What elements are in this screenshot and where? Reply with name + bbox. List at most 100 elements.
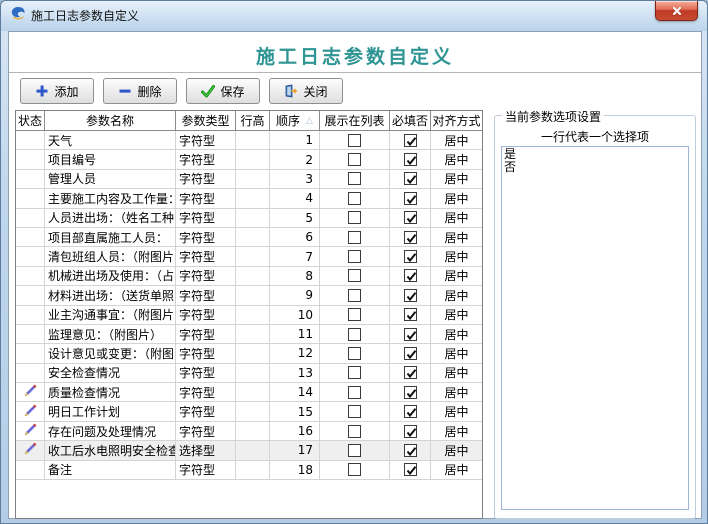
param-type-cell[interactable]: 字符型	[176, 402, 236, 421]
row-height-cell[interactable]	[236, 189, 270, 208]
align-cell[interactable]: 居中	[431, 286, 483, 305]
param-name-cell[interactable]: 收工后水电照明安全检查	[45, 441, 176, 460]
checkbox-unchecked[interactable]	[348, 134, 361, 147]
checkbox-unchecked[interactable]	[348, 425, 361, 438]
show-in-list-cell[interactable]	[320, 325, 390, 344]
required-cell[interactable]	[390, 131, 431, 150]
param-type-cell[interactable]: 字符型	[176, 364, 236, 383]
table-row[interactable]: 设计意见或变更：（附图字符型12居中	[16, 344, 482, 363]
align-cell[interactable]: 居中	[431, 383, 483, 402]
align-cell[interactable]: 居中	[431, 228, 483, 247]
show-in-list-cell[interactable]	[320, 267, 390, 286]
column-header-4[interactable]: 行高	[236, 111, 270, 131]
order-cell[interactable]: 7	[270, 247, 320, 266]
table-row[interactable]: 项目部直属施工人员：字符型6居中	[16, 228, 482, 247]
table-row[interactable]: 机械进出场及使用：（占字符型8居中	[16, 267, 482, 286]
align-cell[interactable]: 居中	[431, 364, 483, 383]
row-height-cell[interactable]	[236, 286, 270, 305]
param-name-cell[interactable]: 人员进出场：（姓名工种	[45, 209, 176, 228]
align-cell[interactable]: 居中	[431, 209, 483, 228]
checkbox-checked[interactable]	[404, 192, 417, 205]
param-type-cell[interactable]: 字符型	[176, 170, 236, 189]
checkbox-unchecked[interactable]	[348, 444, 361, 457]
checkbox-unchecked[interactable]	[348, 192, 361, 205]
required-cell[interactable]	[390, 189, 431, 208]
align-cell[interactable]: 居中	[431, 267, 483, 286]
align-cell[interactable]: 居中	[431, 344, 483, 363]
checkbox-unchecked[interactable]	[348, 250, 361, 263]
checkbox-checked[interactable]	[404, 289, 417, 302]
row-height-cell[interactable]	[236, 170, 270, 189]
column-header-3[interactable]: 参数类型	[176, 111, 236, 131]
required-cell[interactable]	[390, 383, 431, 402]
align-cell[interactable]: 居中	[431, 461, 483, 480]
param-name-cell[interactable]: 业主沟通事宜：（附图片	[45, 306, 176, 325]
row-height-cell[interactable]	[236, 364, 270, 383]
param-name-cell[interactable]: 管理人员	[45, 170, 176, 189]
order-cell[interactable]: 10	[270, 306, 320, 325]
required-cell[interactable]	[390, 306, 431, 325]
table-row[interactable]: 清包班组人员：（附图片字符型7居中	[16, 247, 482, 266]
param-type-cell[interactable]: 字符型	[176, 267, 236, 286]
param-name-cell[interactable]: 项目编号	[45, 150, 176, 169]
show-in-list-cell[interactable]	[320, 286, 390, 305]
row-height-cell[interactable]	[236, 402, 270, 421]
show-in-list-cell[interactable]	[320, 344, 390, 363]
table-row[interactable]: 存在问题及处理情况字符型16居中	[16, 422, 482, 441]
parameters-table[interactable]: 状态参数名称参数类型行高顺序△展示在列表必填否对齐方式天气字符型1居中项目编号字…	[15, 110, 483, 519]
checkbox-unchecked[interactable]	[348, 328, 361, 341]
table-row[interactable]: 质量检查情况字符型14居中	[16, 383, 482, 402]
checkbox-checked[interactable]	[404, 308, 417, 321]
param-type-cell[interactable]: 字符型	[176, 209, 236, 228]
table-row[interactable]: 监理意见：（附图片）字符型11居中	[16, 325, 482, 344]
param-type-cell[interactable]: 字符型	[176, 131, 236, 150]
show-in-list-cell[interactable]	[320, 461, 390, 480]
param-type-cell[interactable]: 字符型	[176, 325, 236, 344]
checkbox-unchecked[interactable]	[348, 153, 361, 166]
show-in-list-cell[interactable]	[320, 364, 390, 383]
row-height-cell[interactable]	[236, 306, 270, 325]
show-in-list-cell[interactable]	[320, 189, 390, 208]
required-cell[interactable]	[390, 441, 431, 460]
show-in-list-cell[interactable]	[320, 402, 390, 421]
param-name-cell[interactable]: 机械进出场及使用：（占	[45, 267, 176, 286]
table-row[interactable]: 业主沟通事宜：（附图片字符型10居中	[16, 306, 482, 325]
order-cell[interactable]: 17	[270, 441, 320, 460]
checkbox-checked[interactable]	[404, 250, 417, 263]
param-type-cell[interactable]: 选择型	[176, 441, 236, 460]
order-cell[interactable]: 15	[270, 402, 320, 421]
checkbox-checked[interactable]	[404, 231, 417, 244]
param-name-cell[interactable]: 项目部直属施工人员：	[45, 228, 176, 247]
delete-button[interactable]: 删除	[103, 78, 177, 104]
table-row[interactable]: 项目编号字符型2居中	[16, 150, 482, 169]
row-height-cell[interactable]	[236, 422, 270, 441]
param-type-cell[interactable]: 字符型	[176, 383, 236, 402]
align-cell[interactable]: 居中	[431, 131, 483, 150]
param-type-cell[interactable]: 字符型	[176, 306, 236, 325]
column-header-8[interactable]: 对齐方式	[431, 111, 483, 131]
column-header-1[interactable]: 状态	[16, 111, 45, 131]
row-height-cell[interactable]	[236, 344, 270, 363]
table-row[interactable]: 主要施工内容及工作量：字符型4居中	[16, 189, 482, 208]
row-height-cell[interactable]	[236, 461, 270, 480]
required-cell[interactable]	[390, 402, 431, 421]
param-type-cell[interactable]: 字符型	[176, 150, 236, 169]
required-cell[interactable]	[390, 286, 431, 305]
param-type-cell[interactable]: 字符型	[176, 286, 236, 305]
order-cell[interactable]: 16	[270, 422, 320, 441]
required-cell[interactable]	[390, 209, 431, 228]
align-cell[interactable]: 居中	[431, 441, 483, 460]
param-name-cell[interactable]: 存在问题及处理情况	[45, 422, 176, 441]
checkbox-checked[interactable]	[404, 134, 417, 147]
table-row[interactable]: 明日工作计划字符型15居中	[16, 402, 482, 421]
show-in-list-cell[interactable]	[320, 170, 390, 189]
order-cell[interactable]: 2	[270, 150, 320, 169]
column-header-2[interactable]: 参数名称	[45, 111, 176, 131]
show-in-list-cell[interactable]	[320, 383, 390, 402]
required-cell[interactable]	[390, 170, 431, 189]
table-row[interactable]: 安全检查情况字符型13居中	[16, 364, 482, 383]
show-in-list-cell[interactable]	[320, 228, 390, 247]
required-cell[interactable]	[390, 364, 431, 383]
row-height-cell[interactable]	[236, 325, 270, 344]
param-name-cell[interactable]: 材料进出场：（送货单照	[45, 286, 176, 305]
